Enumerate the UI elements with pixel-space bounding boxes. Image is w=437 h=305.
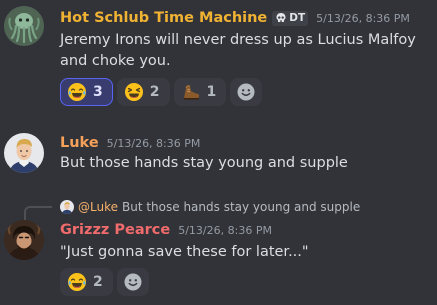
cthulhu-avatar-icon [4,6,44,46]
user-photo-avatar-icon [4,220,44,260]
reaction-count: 1 [206,84,217,100]
server-tag[interactable]: DT [272,10,309,26]
reply-text[interactable]: But those hands stay young and supple [122,200,360,214]
avatar[interactable] [4,133,44,173]
username[interactable]: Grizzz Pearce [60,222,170,238]
add-reaction-button[interactable] [230,78,263,106]
reply-connector [24,206,52,220]
joy-emoji-icon [68,83,86,101]
user-photo-avatar-icon [4,133,44,173]
reaction-joy[interactable]: 2 [60,268,113,296]
add-reaction-icon [237,83,255,101]
reaction-count: 3 [93,84,103,100]
reaction-bar: 2 [60,268,149,296]
user-photo-avatar-icon [60,200,74,214]
username[interactable]: Hot Schlub Time Machine [60,10,267,26]
reaction-count: 2 [93,274,103,290]
reaction-count: 2 [149,84,160,100]
timestamp[interactable]: 5/13/26, 8:36 PM [316,12,410,25]
reply-avatar [60,200,74,214]
message-text-line: But those hands stay young and supple [60,155,348,171]
reaction-joy[interactable]: 3 [60,78,113,106]
reply-preview[interactable]: @Luke But those hands stay young and sup… [60,198,360,216]
avatar[interactable] [4,220,44,260]
avatar[interactable] [4,6,44,46]
reaction-bar: 3 2 1 [60,78,263,106]
reaction-laughing[interactable]: 2 [116,78,170,106]
add-reaction-button[interactable] [116,268,149,296]
add-reaction-icon [124,273,142,291]
joy-emoji-icon [68,273,86,291]
laughing-emoji-icon [124,83,143,101]
message-text-line: and choke you. [60,53,171,69]
reply-mention[interactable]: @Luke [78,200,118,214]
skull-icon [276,13,286,22]
reaction-shoe[interactable]: 1 [173,78,227,106]
message-text-line: Jeremy Irons will never dress up as Luci… [60,32,416,48]
server-tag-label: DT [289,12,306,24]
username[interactable]: Luke [60,135,99,151]
timestamp[interactable]: 5/13/26, 8:36 PM [178,224,272,237]
shoe-emoji-icon [183,85,199,100]
timestamp[interactable]: 5/13/26, 8:36 PM [107,137,201,150]
message-text-line: "Just gonna save these for later..." [60,244,309,260]
